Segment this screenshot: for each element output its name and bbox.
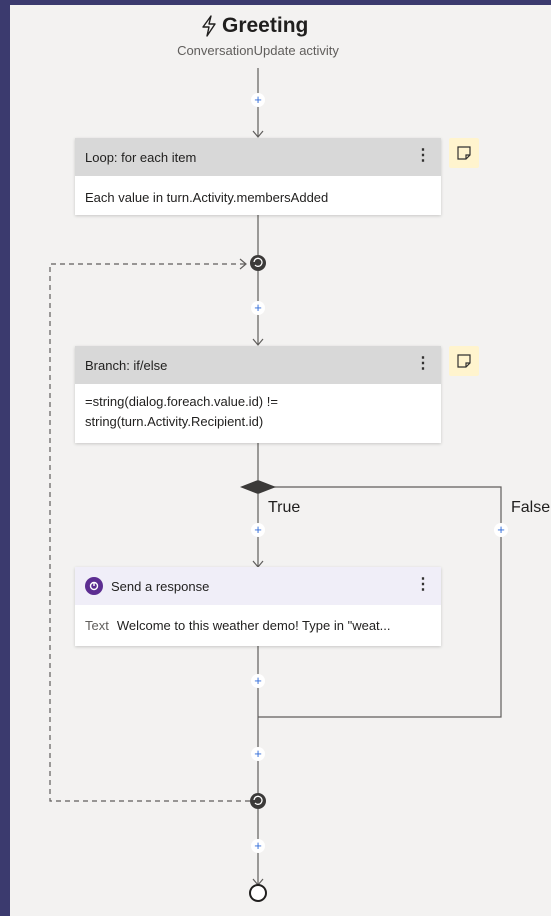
send-response-card[interactable]: Send a response ⋮ Text Welcome to this we… — [75, 567, 441, 646]
loop-card-header: Loop: for each item ⋮ — [75, 138, 441, 176]
true-branch-label: True — [268, 499, 301, 516]
note-icon — [457, 354, 471, 368]
bot-response-icon — [85, 577, 103, 595]
branch-diamond — [240, 480, 276, 494]
add-action-button[interactable]: + — [251, 301, 265, 315]
branch-card-title: Branch: if/else — [85, 357, 168, 373]
trigger-subtitle: ConversationUpdate activity — [177, 43, 339, 58]
loop-end-node — [250, 793, 266, 809]
branch-card-body: =string(dialog.foreach.value.id) != stri… — [75, 384, 441, 444]
response-text-value: Welcome to this weather demo! Type in "w… — [116, 618, 391, 633]
branch-card-header: Branch: if/else ⋮ — [75, 346, 441, 384]
send-response-body: Text Welcome to this weather demo! Type i… — [75, 605, 441, 648]
loop-start-node — [250, 255, 266, 271]
more-options-icon[interactable]: ⋮ — [415, 355, 431, 373]
end-node — [249, 884, 267, 902]
note-icon — [457, 146, 471, 160]
send-response-header: Send a response ⋮ — [75, 567, 441, 605]
more-options-icon[interactable]: ⋮ — [415, 147, 431, 165]
add-comment-button[interactable] — [449, 346, 479, 376]
add-action-button[interactable]: + — [251, 839, 265, 853]
add-action-button[interactable]: + — [251, 523, 265, 537]
loop-card[interactable]: Loop: for each item ⋮ Each value in turn… — [75, 138, 441, 215]
loop-card-body: Each value in turn.Activity.membersAdded — [85, 190, 329, 205]
add-action-button-false[interactable]: + — [494, 523, 508, 537]
branch-condition-line1: =string(dialog.foreach.value.id) != — [85, 394, 278, 409]
branch-condition-line2: string(turn.Activity.Recipient.id) — [85, 414, 264, 429]
false-branch-label: False — [511, 499, 551, 516]
add-comment-button[interactable] — [449, 138, 479, 168]
more-options-icon[interactable]: ⋮ — [415, 576, 431, 594]
lightning-icon — [202, 15, 216, 37]
loop-card-title: Loop: for each item — [85, 149, 197, 165]
add-action-button[interactable]: + — [251, 747, 265, 761]
add-action-button[interactable]: + — [251, 93, 265, 107]
branch-card[interactable]: Branch: if/else ⋮ =string(dialog.foreach… — [75, 346, 441, 443]
add-action-button[interactable]: + — [251, 674, 265, 688]
send-response-title: Send a response — [111, 578, 210, 594]
text-field-label: Text — [85, 618, 109, 633]
trigger-title[interactable]: Greeting — [200, 14, 308, 38]
trigger-title-text: Greeting — [222, 14, 309, 37]
